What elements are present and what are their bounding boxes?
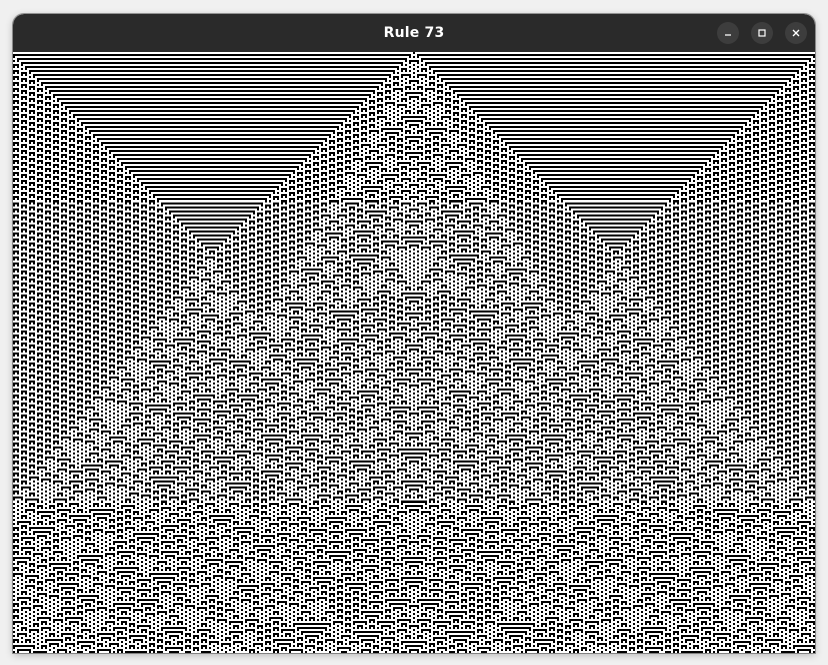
automaton-view: [13, 52, 815, 653]
minimize-button[interactable]: [717, 22, 739, 44]
window-controls: [717, 22, 807, 44]
close-button[interactable]: [785, 22, 807, 44]
maximize-button[interactable]: [751, 22, 773, 44]
maximize-icon: [758, 29, 766, 37]
close-icon: [792, 29, 800, 37]
minimize-icon: [725, 34, 731, 36]
window-title: Rule 73: [383, 25, 445, 41]
app-window: Rule 73: [13, 14, 815, 653]
title-bar[interactable]: Rule 73: [13, 14, 815, 52]
cellular-automaton-canvas: [13, 52, 815, 653]
